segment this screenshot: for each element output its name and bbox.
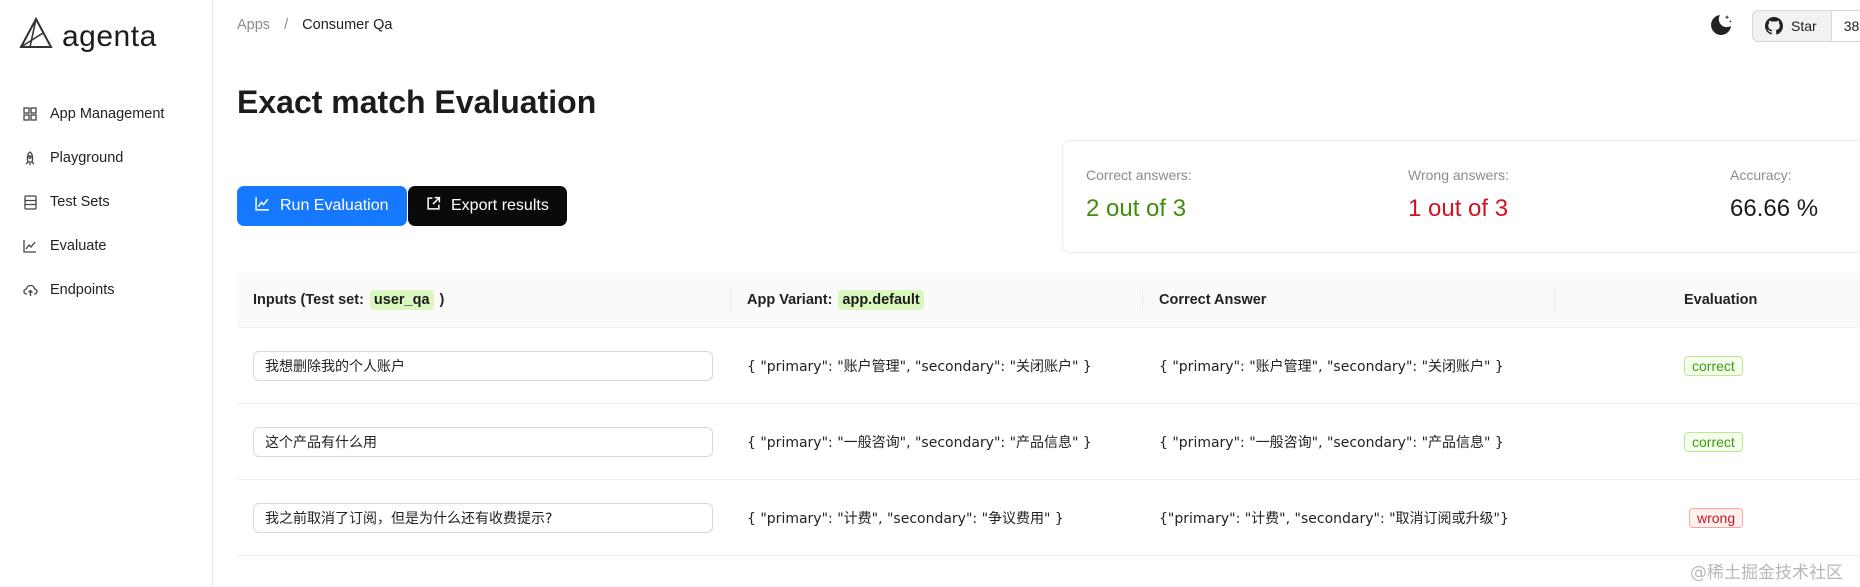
variant-header-prefix: App Variant:: [747, 292, 833, 308]
github-icon: [1765, 17, 1783, 35]
sidebar-item-test-sets[interactable]: Test Sets: [0, 180, 212, 224]
export-icon: [426, 196, 441, 216]
cloud-upload-icon: [22, 282, 38, 298]
sidebar-item-label: Endpoints: [50, 282, 115, 298]
evaluation-table: Inputs (Test set: user_qa ) App Variant:…: [237, 273, 1860, 556]
table-row: { "primary": "计费", "secondary": "争议费用" }…: [237, 480, 1860, 556]
column-header-evaluation: Evaluation: [1684, 292, 1758, 308]
page-title: Exact match Evaluation: [237, 84, 597, 120]
evaluation-cell: correct: [1684, 328, 1743, 403]
rocket-icon: [22, 150, 38, 166]
accuracy-label: Accuracy:: [1730, 167, 1792, 183]
input-cell: [253, 328, 713, 403]
column-header-correct-answer: Correct Answer: [1159, 292, 1267, 308]
github-star-count: 38: [1830, 11, 1860, 41]
breadcrumb-apps-link[interactable]: Apps: [237, 17, 270, 33]
theme-toggle-button[interactable]: [1708, 12, 1734, 38]
sidebar-item-evaluate[interactable]: Evaluate: [0, 224, 212, 268]
run-evaluation-button[interactable]: Run Evaluation: [237, 186, 407, 226]
breadcrumb-separator: /: [284, 17, 289, 33]
export-results-label: Export results: [451, 197, 549, 214]
logo-text: agenta: [62, 19, 157, 53]
line-chart-icon: [255, 196, 270, 216]
run-evaluation-label: Run Evaluation: [280, 197, 389, 214]
variant-output-cell: { "primary": "一般咨询", "secondary": "产品信息"…: [747, 434, 1092, 451]
evaluation-cell: correct: [1684, 404, 1743, 479]
variant-tag: app.default: [838, 290, 924, 310]
export-results-button[interactable]: Export results: [408, 186, 567, 226]
inputs-header-prefix: Inputs (Test set:: [253, 292, 364, 308]
moon-icon: [1708, 15, 1734, 42]
wrong-answers-stat: Wrong answers: 1 out of 3: [1408, 167, 1509, 223]
evaluation-badge: wrong: [1689, 507, 1744, 528]
testset-tag: user_qa: [369, 290, 434, 310]
sidebar-item-app-management[interactable]: App Management: [0, 92, 212, 136]
correct-answer-cell: { "primary": "账户管理", "secondary": "关闭账户"…: [1159, 358, 1504, 375]
line-chart-icon: [22, 238, 38, 254]
sidebar-item-endpoints[interactable]: Endpoints: [0, 268, 212, 312]
sidebar: agenta App Management Playground Test Se…: [0, 0, 213, 587]
accuracy-value: 66.66 %: [1730, 195, 1819, 222]
input-cell: [253, 480, 713, 555]
table-header: Inputs (Test set: user_qa ) App Variant:…: [237, 273, 1860, 328]
correct-answer-cell: {"primary": "计费", "secondary": "取消订阅或升级"…: [1159, 510, 1509, 527]
watermark: @稀土掘金技术社区: [1690, 563, 1843, 583]
stats-card: Correct answers: 2 out of 3 Wrong answer…: [1062, 140, 1860, 253]
logo[interactable]: agenta: [18, 16, 157, 57]
variant-output-cell: { "primary": "账户管理", "secondary": "关闭账户"…: [747, 358, 1092, 375]
sidebar-item-label: Playground: [50, 150, 124, 166]
evaluation-badge: correct: [1684, 431, 1743, 452]
evaluation-badge: correct: [1684, 355, 1743, 376]
evaluation-cell: wrong: [1689, 480, 1744, 555]
inputs-header-suffix: ): [439, 292, 445, 308]
table-row: { "primary": "账户管理", "secondary": "关闭账户"…: [237, 328, 1860, 404]
breadcrumb-current: Consumer Qa: [302, 17, 393, 33]
column-header-app-variant: App Variant: app.default: [747, 273, 924, 327]
correct-answers-label: Correct answers:: [1086, 167, 1192, 183]
input-field[interactable]: [253, 426, 713, 457]
correct-answer-cell: { "primary": "一般咨询", "secondary": "产品信息"…: [1159, 434, 1504, 451]
sidebar-item-playground[interactable]: Playground: [0, 136, 212, 180]
table-row: { "primary": "一般咨询", "secondary": "产品信息"…: [237, 404, 1860, 480]
column-divider: [1554, 289, 1555, 311]
wrong-answers-label: Wrong answers:: [1408, 167, 1509, 183]
github-star-button[interactable]: Star 38: [1752, 10, 1860, 42]
database-icon: [22, 194, 38, 210]
agenta-logo-icon: [18, 16, 54, 57]
sidebar-item-label: Evaluate: [50, 238, 107, 254]
column-header-inputs: Inputs (Test set: user_qa ): [253, 273, 444, 327]
variant-output-cell: { "primary": "计费", "secondary": "争议费用" }: [747, 510, 1064, 527]
github-star-label: Star: [1791, 18, 1817, 34]
breadcrumb: Apps / Consumer Qa: [237, 17, 392, 33]
sidebar-item-label: Test Sets: [50, 194, 110, 210]
column-divider: [730, 289, 731, 311]
accuracy-stat: Accuracy: 66.66 %: [1730, 167, 1818, 223]
correct-answers-value: 2 out of 3: [1086, 195, 1187, 222]
input-cell: [253, 404, 713, 479]
input-field[interactable]: [253, 502, 713, 533]
input-field[interactable]: [253, 350, 713, 381]
wrong-answers-value: 1 out of 3: [1408, 195, 1509, 222]
column-divider: [1142, 289, 1143, 311]
correct-answers-stat: Correct answers: 2 out of 3: [1086, 167, 1192, 223]
grid-icon: [22, 106, 38, 122]
sidebar-item-label: App Management: [50, 106, 165, 122]
sidebar-nav: App Management Playground Test Sets Eval…: [0, 92, 212, 312]
